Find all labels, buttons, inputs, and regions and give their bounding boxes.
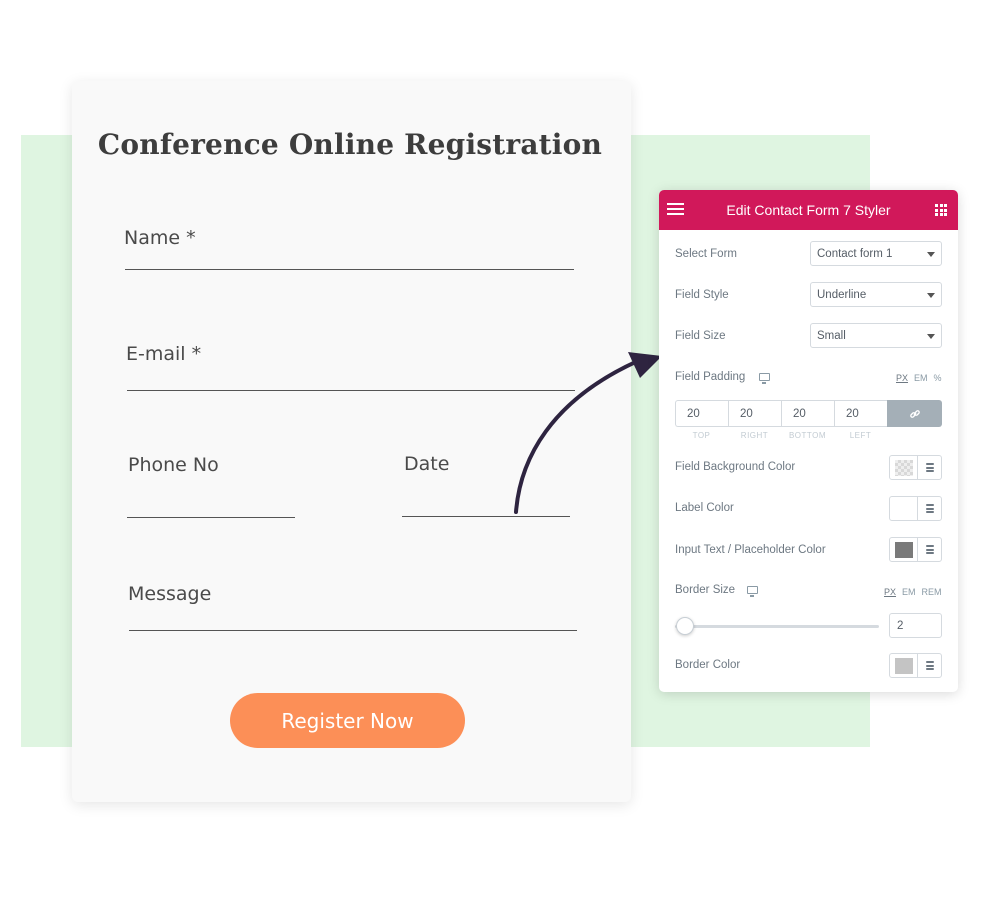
desktop-responsive-icon[interactable] bbox=[747, 586, 758, 597]
light-gray-swatch bbox=[894, 657, 913, 674]
field-background-color-control[interactable] bbox=[889, 455, 942, 480]
color-swatch-button[interactable] bbox=[890, 456, 918, 479]
white-swatch bbox=[894, 500, 913, 517]
label-color-control[interactable] bbox=[889, 496, 942, 521]
desktop-responsive-icon[interactable] bbox=[759, 373, 770, 384]
unit-em[interactable]: EM bbox=[902, 587, 916, 597]
hamburger-menu-icon[interactable] bbox=[667, 203, 684, 216]
form-title: Conference Online Registration bbox=[97, 128, 603, 161]
color-swatch-button[interactable] bbox=[890, 497, 918, 520]
padding-bottom-input[interactable]: 20 bbox=[781, 400, 834, 427]
panel-header: Edit Contact Form 7 Styler bbox=[659, 190, 958, 230]
input-text-color-label: Input Text / Placeholder Color bbox=[675, 544, 826, 556]
gray-swatch bbox=[894, 541, 913, 558]
database-icon bbox=[925, 504, 934, 513]
global-colors-button[interactable] bbox=[918, 497, 941, 520]
field-style-label: Field Style bbox=[675, 289, 729, 301]
caption-right: RIGHT bbox=[740, 431, 769, 440]
select-form-dropdown[interactable]: Contact form 1 bbox=[810, 241, 942, 266]
styler-panel: Edit Contact Form 7 Styler Select Form C… bbox=[659, 190, 958, 692]
global-colors-button[interactable] bbox=[918, 654, 941, 677]
padding-right-input[interactable]: 20 bbox=[728, 400, 781, 427]
register-now-button[interactable]: Register Now bbox=[230, 693, 465, 748]
field-size-value: Small bbox=[817, 329, 846, 342]
border-units: PX EM REM bbox=[878, 587, 942, 597]
date-label: Date bbox=[404, 453, 450, 475]
field-size-label: Field Size bbox=[675, 330, 726, 342]
caption-bottom: BOTTOM bbox=[788, 431, 827, 440]
name-label: Name * bbox=[124, 227, 196, 249]
caption-left: LEFT bbox=[849, 431, 872, 440]
color-swatch-button[interactable] bbox=[890, 538, 918, 561]
chevron-down-icon bbox=[927, 252, 935, 257]
border-size-slider-track[interactable] bbox=[675, 625, 879, 628]
padding-units: PX EM% bbox=[890, 373, 942, 383]
apps-grid-icon[interactable] bbox=[935, 204, 947, 216]
padding-dimensions: 20 20 20 20 bbox=[675, 400, 942, 427]
database-icon bbox=[925, 545, 934, 554]
border-size-slider-handle[interactable] bbox=[676, 617, 694, 635]
border-color-control[interactable] bbox=[889, 653, 942, 678]
database-icon bbox=[925, 661, 934, 670]
border-color-label: Border Color bbox=[675, 659, 741, 671]
unit-px[interactable]: PX bbox=[884, 587, 896, 597]
global-colors-button[interactable] bbox=[918, 538, 941, 561]
email-label: E-mail * bbox=[126, 343, 202, 365]
field-padding-label: Field Padding bbox=[675, 371, 746, 383]
border-size-input[interactable]: 2 bbox=[889, 613, 942, 638]
caption-top: TOP bbox=[692, 431, 711, 440]
padding-top-input[interactable]: 20 bbox=[675, 400, 728, 427]
unit-em[interactable]: EM bbox=[914, 373, 928, 383]
phone-field[interactable] bbox=[127, 517, 295, 518]
transparent-swatch bbox=[894, 459, 913, 476]
link-icon bbox=[909, 409, 920, 418]
panel-title: Edit Contact Form 7 Styler bbox=[726, 202, 891, 218]
chevron-down-icon bbox=[927, 334, 935, 339]
curved-arrow-icon bbox=[514, 352, 662, 514]
database-icon bbox=[925, 463, 934, 472]
unit-px[interactable]: PX bbox=[896, 373, 908, 383]
input-text-color-control[interactable] bbox=[889, 537, 942, 562]
message-label: Message bbox=[128, 583, 212, 605]
select-form-value: Contact form 1 bbox=[817, 247, 893, 260]
message-field[interactable] bbox=[129, 630, 577, 631]
field-style-value: Underline bbox=[817, 288, 867, 301]
border-size-label: Border Size bbox=[675, 584, 736, 596]
select-form-label: Select Form bbox=[675, 248, 737, 260]
field-size-dropdown[interactable]: Small bbox=[810, 323, 942, 348]
color-swatch-button[interactable] bbox=[890, 654, 918, 677]
link-values-button[interactable] bbox=[887, 400, 942, 427]
field-style-dropdown[interactable]: Underline bbox=[810, 282, 942, 307]
unit-rem[interactable]: REM bbox=[922, 587, 942, 597]
field-background-color-label: Field Background Color bbox=[675, 461, 796, 473]
unit-percent[interactable]: % bbox=[934, 373, 942, 383]
global-colors-button[interactable] bbox=[918, 456, 941, 479]
chevron-down-icon bbox=[927, 293, 935, 298]
phone-label: Phone No bbox=[128, 454, 219, 476]
name-field[interactable] bbox=[125, 269, 574, 270]
padding-left-input[interactable]: 20 bbox=[834, 400, 887, 427]
label-color-label: Label Color bbox=[675, 502, 734, 514]
